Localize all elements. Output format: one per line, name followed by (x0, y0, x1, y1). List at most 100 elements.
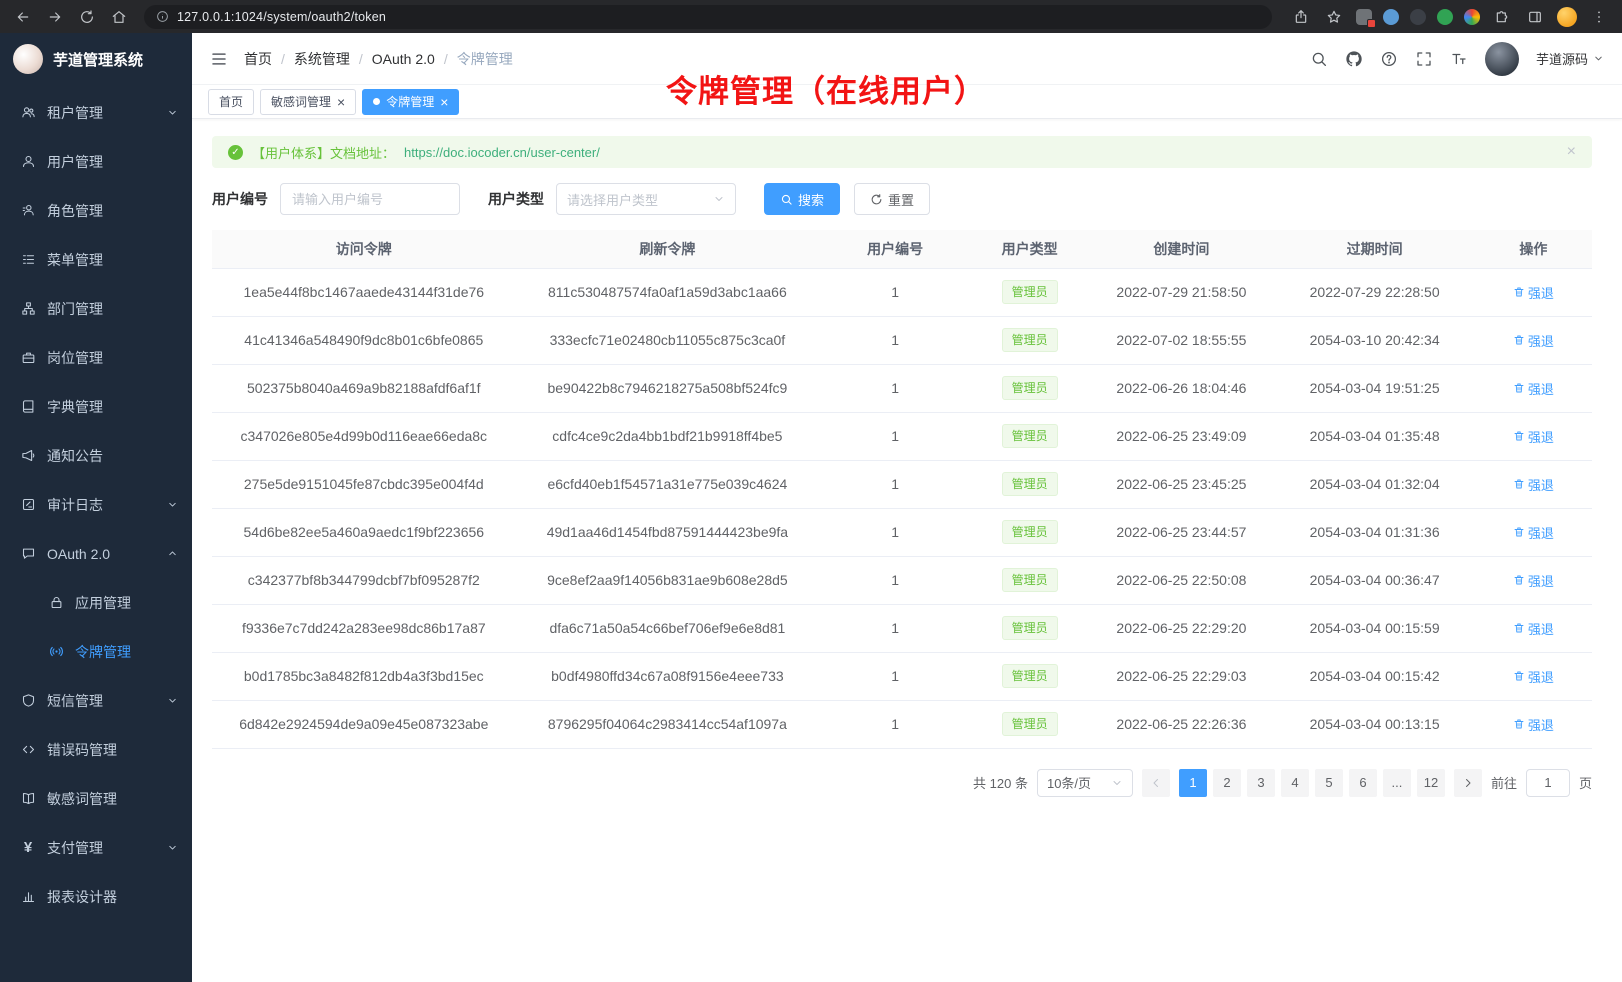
page-button-4[interactable]: 4 (1281, 769, 1309, 797)
prev-page-button[interactable] (1142, 769, 1170, 797)
sidebar-item-8[interactable]: 审计日志 (0, 480, 192, 529)
page-button-12[interactable]: 12 (1417, 769, 1445, 797)
user-id-cell: 1 (819, 268, 971, 316)
force-logout-button[interactable]: 强退 (1513, 619, 1554, 638)
token-icon (48, 644, 64, 660)
refresh-token-cell: 9ce8ef2aa9f14056b831ae9b608e28d5 (516, 556, 820, 604)
expire-time-cell: 2022-07-29 22:28:50 (1275, 268, 1475, 316)
bookmark-star-icon[interactable] (1323, 6, 1345, 28)
reset-button[interactable]: 重置 (854, 183, 930, 215)
sidebar-item-label: OAuth 2.0 (47, 546, 156, 562)
sidebar-item-13[interactable]: 错误码管理 (0, 725, 192, 774)
tab-1[interactable]: 敏感词管理× (260, 89, 356, 115)
sidebar-item-10[interactable]: 应用管理 (0, 578, 192, 627)
sidebar-item-0[interactable]: 租户管理 (0, 88, 192, 137)
user-type-cell: 管理员 (971, 508, 1088, 556)
page-button-1[interactable]: 1 (1179, 769, 1207, 797)
github-icon[interactable] (1345, 50, 1363, 68)
page-size-select[interactable]: 10条/页 (1037, 769, 1133, 797)
sidebar-item-14[interactable]: 敏感词管理 (0, 774, 192, 823)
sidebar-item-5[interactable]: 岗位管理 (0, 333, 192, 382)
page-size-value: 10条/页 (1047, 773, 1091, 792)
table-row-1: 41c41346a548490f9dc8b01c6bfe0865333ecfc7… (212, 316, 1592, 364)
force-logout-button[interactable]: 强退 (1513, 331, 1554, 350)
user-type-badge: 管理员 (1002, 520, 1058, 544)
sidebar-item-15[interactable]: ¥支付管理 (0, 823, 192, 872)
help-icon[interactable] (1380, 50, 1398, 68)
column-header-1: 刷新令牌 (516, 230, 820, 268)
alert-text: 【用户体系】文档地址： (252, 143, 395, 162)
extension-red-badge-icon[interactable] (1356, 9, 1372, 25)
token-table: 访问令牌刷新令牌用户编号用户类型创建时间过期时间操作 1ea5e44f8bc14… (212, 230, 1592, 749)
back-icon[interactable] (12, 6, 34, 28)
tab-2[interactable]: 令牌管理× (362, 89, 459, 115)
sidebar-item-11[interactable]: 令牌管理 (0, 627, 192, 676)
force-logout-button[interactable]: 强退 (1513, 523, 1554, 542)
more-pages-button[interactable]: ... (1383, 769, 1411, 797)
sidebar-item-6[interactable]: 字典管理 (0, 382, 192, 431)
fullscreen-icon[interactable] (1415, 50, 1433, 68)
share-icon[interactable] (1290, 6, 1312, 28)
extension-green-icon[interactable] (1437, 9, 1453, 25)
extension-colorful-icon[interactable] (1464, 9, 1480, 25)
sidebar-item-12[interactable]: 短信管理 (0, 676, 192, 725)
extension-blue-icon[interactable] (1383, 9, 1399, 25)
force-logout-button[interactable]: 强退 (1513, 715, 1554, 734)
more-menu-icon[interactable] (1588, 6, 1610, 28)
page-button-2[interactable]: 2 (1213, 769, 1241, 797)
url-bar[interactable]: 127.0.0.1:1024/system/oauth2/token (144, 5, 1272, 29)
page-button-6[interactable]: 6 (1349, 769, 1377, 797)
sidebar-item-9[interactable]: OAuth 2.0 (0, 529, 192, 578)
profile-avatar[interactable] (1557, 7, 1577, 27)
force-logout-button[interactable]: 强退 (1513, 475, 1554, 494)
user-menu[interactable]: 芋道源码 (1536, 49, 1604, 68)
sidebar-item-label: 短信管理 (47, 691, 156, 711)
home-icon[interactable] (108, 6, 130, 28)
collapse-menu-icon[interactable] (210, 50, 228, 68)
tab-0[interactable]: 首页 (208, 89, 254, 115)
goto-page-input[interactable] (1526, 769, 1570, 797)
tab-close-icon[interactable]: × (440, 95, 448, 109)
table-header-row: 访问令牌刷新令牌用户编号用户类型创建时间过期时间操作 (212, 230, 1592, 268)
force-logout-button[interactable]: 强退 (1513, 571, 1554, 590)
sidebar-item-16[interactable]: 报表设计器 (0, 872, 192, 921)
sidebar-item-1[interactable]: 用户管理 (0, 137, 192, 186)
user-type-select[interactable]: 请选择用户类型 (556, 183, 736, 215)
reset-button-label: 重置 (888, 190, 914, 209)
force-logout-button[interactable]: 强退 (1513, 427, 1554, 446)
reload-icon[interactable] (76, 6, 98, 28)
next-page-button[interactable] (1454, 769, 1482, 797)
sms-icon (20, 693, 36, 709)
user-avatar[interactable] (1485, 42, 1519, 76)
action-cell: 强退 (1475, 556, 1592, 604)
force-logout-button[interactable]: 强退 (1513, 667, 1554, 686)
sidebar-item-4[interactable]: 部门管理 (0, 284, 192, 333)
extension-dark-icon[interactable] (1410, 9, 1426, 25)
table-row-4: 275e5de9151045fe87cbdc395e004f4de6cfd40e… (212, 460, 1592, 508)
font-size-icon[interactable] (1450, 50, 1468, 68)
breadcrumb-separator: / (444, 51, 448, 67)
sidebar-item-2[interactable]: 角色管理 (0, 186, 192, 235)
doc-link[interactable]: https://doc.iocoder.cn/user-center/ (404, 145, 600, 160)
notice-icon (20, 448, 36, 464)
sidebar-item-7[interactable]: 通知公告 (0, 431, 192, 480)
breadcrumb-item-1[interactable]: 系统管理 (294, 49, 350, 69)
forward-icon[interactable] (44, 6, 66, 28)
search-icon[interactable] (1310, 50, 1328, 68)
sidebar-item-3[interactable]: 菜单管理 (0, 235, 192, 284)
site-info-icon[interactable] (156, 10, 169, 23)
page-button-3[interactable]: 3 (1247, 769, 1275, 797)
page-button-5[interactable]: 5 (1315, 769, 1343, 797)
user-id-input[interactable] (280, 183, 460, 215)
breadcrumb-item-0[interactable]: 首页 (244, 49, 272, 69)
create-time-cell: 2022-06-25 23:49:09 (1088, 412, 1274, 460)
tab-close-icon[interactable]: × (337, 95, 345, 109)
alert-close-icon[interactable]: × (1567, 144, 1576, 160)
action-cell: 强退 (1475, 460, 1592, 508)
sidebar-panel-icon[interactable] (1524, 6, 1546, 28)
search-button[interactable]: 搜索 (764, 183, 840, 215)
extensions-puzzle-icon[interactable] (1491, 6, 1513, 28)
force-logout-button[interactable]: 强退 (1513, 283, 1554, 302)
force-logout-button[interactable]: 强退 (1513, 379, 1554, 398)
breadcrumb-item-2[interactable]: OAuth 2.0 (372, 51, 435, 67)
